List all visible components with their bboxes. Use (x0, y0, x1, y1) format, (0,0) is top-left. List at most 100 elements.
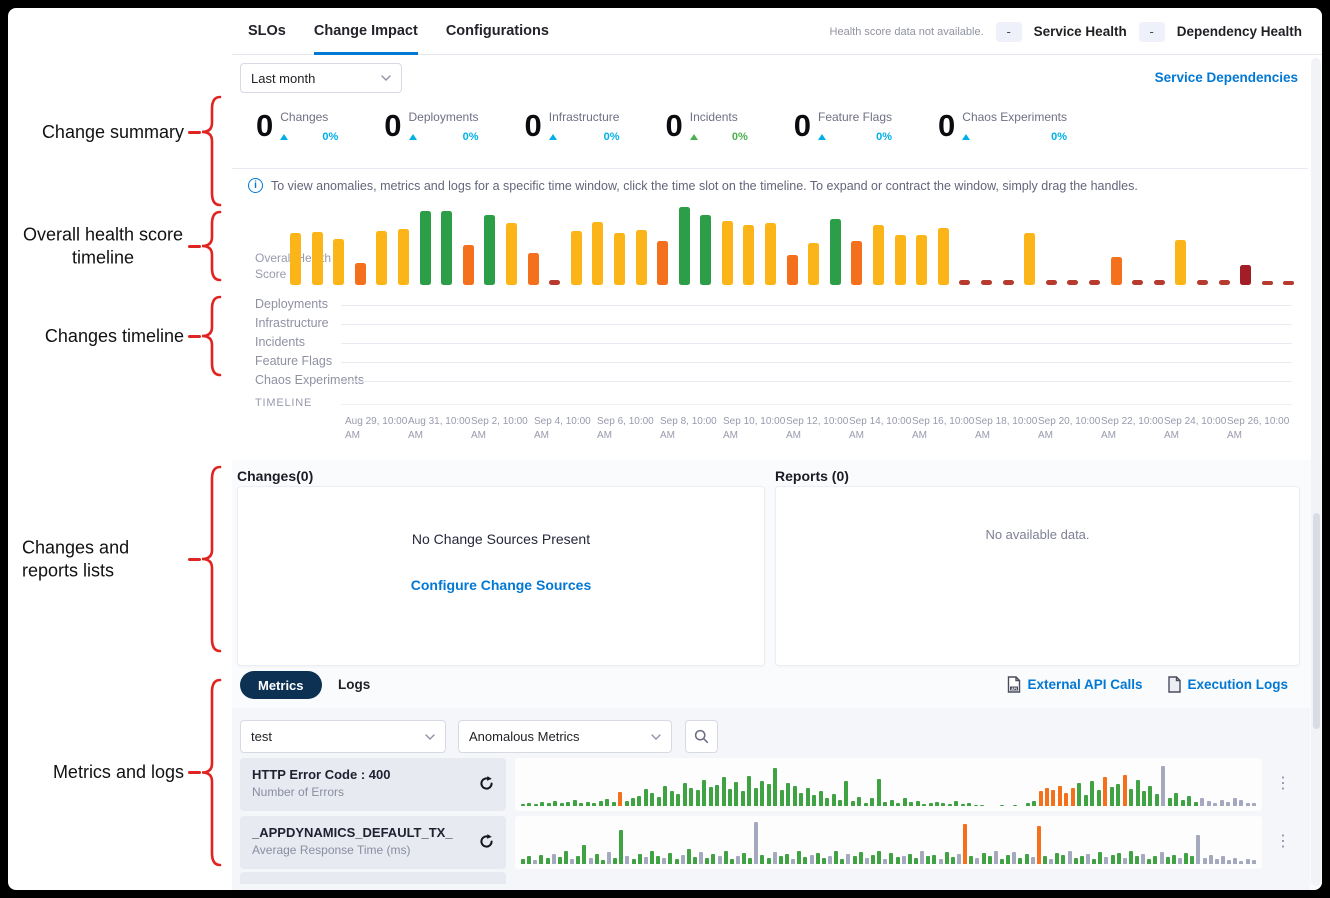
health-score-time-slot[interactable] (765, 223, 776, 285)
sparkline-bar (595, 854, 599, 864)
health-score-time-slot[interactable] (873, 225, 884, 285)
sparkline-bar (644, 857, 648, 864)
sparkline-bar (1000, 805, 1004, 806)
sparkline-bar (1031, 857, 1035, 864)
health-score-time-slot[interactable] (916, 235, 927, 285)
health-score-time-slot[interactable] (1089, 280, 1100, 285)
health-score-time-slot[interactable] (959, 280, 970, 285)
health-score-time-slot[interactable] (441, 211, 452, 285)
sparkline-bar (1246, 859, 1250, 864)
sparkline-bar (676, 794, 680, 806)
sparkline-bar (711, 854, 715, 864)
tab-logs[interactable]: Logs (338, 677, 370, 692)
refresh-icon[interactable] (478, 775, 495, 792)
health-score-time-slot[interactable] (549, 280, 560, 285)
metric-card[interactable]: HTTP Error Code : 400 Number of Errors (240, 758, 506, 811)
sparkline-bar (1155, 794, 1159, 806)
health-score-time-slot[interactable] (743, 225, 754, 285)
health-score-time-slot[interactable] (981, 280, 992, 285)
chevron-down-icon (651, 734, 661, 740)
metric-filter-select[interactable]: Anomalous Metrics (458, 720, 672, 753)
health-score-time-slot[interactable] (1219, 280, 1230, 285)
tab-change-impact[interactable]: Change Impact (314, 8, 418, 55)
info-banner: i To view anomalies, metrics and logs fo… (248, 178, 1138, 193)
metric-card[interactable]: _APPDYNAMICS_DEFAULT_TX_ Average Respons… (240, 816, 506, 869)
health-score-time-slot[interactable] (614, 233, 625, 285)
health-score-time-slot[interactable] (333, 239, 344, 285)
health-score-time-slot[interactable] (290, 233, 301, 285)
execution-logs-link[interactable]: Execution Logs (1168, 676, 1288, 693)
health-score-time-slot[interactable] (420, 211, 431, 285)
health-score-time-slot[interactable] (851, 241, 862, 285)
health-score-time-slot[interactable] (1175, 240, 1186, 285)
health-score-time-slot[interactable] (312, 232, 323, 285)
sparkline-bar (612, 802, 616, 806)
health-score-time-slot[interactable] (506, 223, 517, 285)
health-score-time-slot[interactable] (679, 207, 690, 285)
sparkline-bar (619, 830, 623, 864)
health-score-time-slot[interactable] (700, 215, 711, 285)
sparkline-bar (773, 768, 777, 806)
health-score-time-slot[interactable] (1283, 281, 1294, 285)
health-score-time-slot[interactable] (1003, 280, 1014, 285)
health-score-time-slot[interactable] (1111, 257, 1122, 285)
stat-value: 0 (525, 110, 542, 143)
vertical-scrollbar[interactable] (1311, 58, 1321, 886)
metric-sparkline-chart[interactable] (515, 816, 1262, 869)
health-score-time-slot[interactable] (528, 253, 539, 285)
health-score-time-slot[interactable] (355, 263, 366, 285)
health-score-time-slot[interactable] (1197, 280, 1208, 285)
health-score-time-slot[interactable] (484, 215, 495, 285)
health-score-time-slot[interactable] (657, 241, 668, 285)
sparkline-bar (1233, 858, 1237, 864)
search-button[interactable] (685, 720, 718, 753)
sparkline-bar (625, 856, 629, 864)
health-score-time-slot[interactable] (398, 229, 409, 285)
service-filter-select[interactable]: test (240, 720, 446, 753)
sparkline-bar (857, 797, 861, 806)
health-score-time-slot[interactable] (1240, 265, 1251, 285)
sparkline-bar (961, 804, 965, 806)
sparkline-bar (527, 803, 531, 806)
scrollbar-thumb[interactable] (1313, 513, 1320, 728)
time-range-select[interactable]: Last month (240, 63, 402, 93)
health-score-time-slot[interactable] (376, 231, 387, 285)
change-row-line (341, 324, 1292, 325)
health-score-time-slot[interactable] (1046, 280, 1057, 285)
health-score-time-slot[interactable] (1132, 280, 1143, 285)
health-score-time-slot[interactable] (1262, 281, 1273, 285)
health-score-time-slot[interactable] (808, 243, 819, 285)
tab-configurations[interactable]: Configurations (446, 8, 549, 55)
sparkline-bar (699, 852, 703, 864)
trend-up-icon (690, 134, 698, 140)
metric-sparkline-chart[interactable] (515, 758, 1262, 811)
kebab-menu-icon[interactable]: ⋮ (1274, 773, 1292, 795)
health-score-time-slot[interactable] (938, 228, 949, 285)
health-score-time-slot[interactable] (1067, 280, 1078, 285)
health-score-time-slot[interactable] (1024, 233, 1035, 285)
sparkline-bar (1080, 856, 1084, 864)
change-stat-deployments: 0 Deployments 0% (384, 110, 478, 143)
health-score-time-slot[interactable] (463, 245, 474, 285)
health-score-time-slot[interactable] (636, 230, 647, 285)
external-api-calls-link[interactable]: API External API Calls (1007, 676, 1142, 693)
tab-slos[interactable]: SLOs (248, 8, 286, 55)
configure-change-sources-link[interactable]: Configure Change Sources (238, 577, 764, 593)
health-score-time-slot[interactable] (895, 235, 906, 285)
sparkline-bar (816, 853, 820, 864)
kebab-menu-icon[interactable]: ⋮ (1274, 831, 1292, 853)
health-score-time-slot[interactable] (722, 221, 733, 285)
sparkline-bar (896, 803, 900, 806)
service-dependencies-link[interactable]: Service Dependencies (1155, 70, 1298, 85)
trend-up-icon (280, 134, 288, 140)
health-score-time-slot[interactable] (571, 231, 582, 285)
health-score-time-slot[interactable] (830, 219, 841, 285)
health-score-time-slot[interactable] (787, 255, 798, 285)
health-score-time-slot[interactable] (1154, 280, 1165, 285)
health-score-time-slot[interactable] (592, 222, 603, 285)
refresh-icon[interactable] (478, 833, 495, 850)
stat-value: 0 (794, 110, 811, 143)
tab-metrics[interactable]: Metrics (240, 671, 322, 699)
sparkline-bar (916, 801, 920, 806)
sparkline-bar (670, 791, 674, 806)
